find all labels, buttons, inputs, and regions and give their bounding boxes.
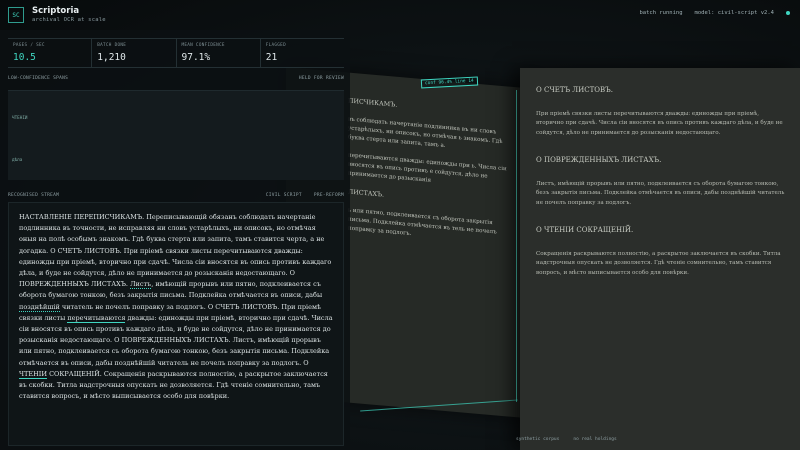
- low-confidence-list: ЧТЕНІИ дѣла: [8, 90, 344, 180]
- stat-flagged: FLAGGED 21: [261, 39, 344, 67]
- recognised-stream-header: RECOGNISED STREAM CIVIL SCRIPT PRE-REFOR…: [8, 193, 344, 198]
- page-edge-highlight: [516, 90, 517, 402]
- app-logo: SC: [8, 7, 24, 23]
- low-confidence-span[interactable]: дѣла: [12, 155, 340, 163]
- span-snippet: дѣла: [12, 158, 340, 163]
- model-status: model: civil-script v2.4: [694, 10, 774, 16]
- stats-bar: PAGES / SEC 10.5 BATCH DONE 1,210 MEAN C…: [8, 38, 344, 68]
- stat-value: 21: [265, 52, 278, 63]
- orthography-label: PRE-REFORM: [313, 193, 344, 198]
- text-segment: НАСТАВЛЕНІЕ ПЕРЕПИСЧИКАМЪ. Переписывающі…: [19, 213, 332, 289]
- scan-heading: О ПОВРЕЖДЕННЫХЪ ЛИСТАХЪ.: [536, 156, 662, 164]
- section-title: LOW-CONFIDENCE SPANS: [8, 76, 69, 81]
- scan-paragraph: Листъ, имѣющій прорывъ или пятно, подкле…: [536, 180, 785, 206]
- status-bar: batch running model: civil-script v2.4: [639, 10, 790, 16]
- script-label: CIVIL SCRIPT: [265, 193, 302, 198]
- held-for-review-link[interactable]: HELD FOR REVIEW: [299, 76, 344, 81]
- ocr-panel: PAGES / SEC 10.5 BATCH DONE 1,210 MEAN C…: [0, 30, 350, 450]
- stat-value: 97.1%: [181, 52, 211, 63]
- stat-mean-confidence: MEAN CONFIDENCE 97.1%: [177, 39, 261, 67]
- recognised-text[interactable]: НАСТАВЛЕНІЕ ПЕРЕПИСЧИКАМЪ. Переписывающі…: [8, 202, 344, 446]
- footer: synthetic corpus no real holdings: [516, 437, 617, 442]
- scan-heading: О ЧТЕНІИ СОКРАЩЕНІЙ.: [536, 226, 634, 234]
- scan-paragraph: ь или пятно, подклеивается съ оборота за…: [348, 207, 497, 238]
- flagged-word[interactable]: позднѣйшій: [19, 302, 60, 312]
- stat-pages-per-sec: PAGES / SEC 10.5: [8, 39, 93, 67]
- span-snippet: ЧТЕНІИ: [12, 116, 340, 121]
- stat-label: BATCH DONE: [97, 43, 127, 48]
- stat-value: 10.5: [13, 52, 36, 63]
- text-segment: СОКРАЩЕНІЙ. Сокращенія раскрываются полн…: [19, 369, 328, 401]
- scan-paragraph: въ соблюдать начертаніе подлинника въ ни…: [348, 116, 503, 150]
- section-title: RECOGNISED STREAM: [8, 193, 60, 198]
- low-confidence-span[interactable]: [12, 141, 340, 144]
- footer-note: no real holdings: [573, 437, 617, 442]
- footer-note: synthetic corpus: [516, 437, 560, 442]
- stat-label: FLAGGED: [265, 43, 286, 48]
- flagged-word[interactable]: ЧТЕНІИ: [19, 369, 48, 379]
- low-confidence-span[interactable]: ЧТЕНІИ: [12, 113, 340, 121]
- stat-label: PAGES / SEC: [13, 43, 45, 48]
- stat-batch-done: BATCH DONE 1,210: [92, 39, 177, 67]
- scan-heading: ЛИСТАХЪ.: [348, 188, 385, 199]
- scan-heading: О СЧЕТЪ ЛИСТОВЪ.: [536, 86, 613, 94]
- page-scan-right: О СЧЕТЪ ЛИСТОВЪ. При пріемѣ связки листы…: [520, 68, 800, 450]
- brand: Scriptoria archival OCR at scale: [32, 7, 106, 23]
- flagged-word[interactable]: перечитываются: [67, 313, 126, 323]
- flagged-word[interactable]: Листъ: [130, 280, 152, 290]
- live-indicator-icon: [786, 11, 790, 15]
- batch-status: batch running: [639, 10, 683, 16]
- stat-label: MEAN CONFIDENCE: [181, 43, 225, 48]
- app-name: Scriptoria: [32, 6, 80, 16]
- stage: ПИСЧИКАМЪ. въ соблюдать начертаніе подли…: [0, 0, 800, 450]
- stat-value: 1,210: [97, 52, 126, 63]
- span-word: ЧТЕНІИ: [12, 116, 28, 121]
- scan-paragraph: Сокращенія раскрываются полностію, а рас…: [536, 250, 781, 276]
- stream-meta: CIVIL SCRIPT PRE-REFORM: [266, 193, 344, 198]
- low-confidence-span[interactable]: [12, 97, 340, 100]
- app-tagline: archival OCR at scale: [32, 16, 106, 23]
- scan-paragraph: перечитываются дважды: единожды при ь. Ч…: [348, 152, 507, 184]
- low-confidence-header: LOW-CONFIDENCE SPANS HELD FOR REVIEW: [8, 76, 344, 81]
- span-word: дѣла: [12, 158, 23, 163]
- scan-heading: ПИСЧИКАМЪ.: [348, 97, 398, 109]
- scan-paragraph: При пріемѣ связки листы перечитываются д…: [536, 110, 783, 136]
